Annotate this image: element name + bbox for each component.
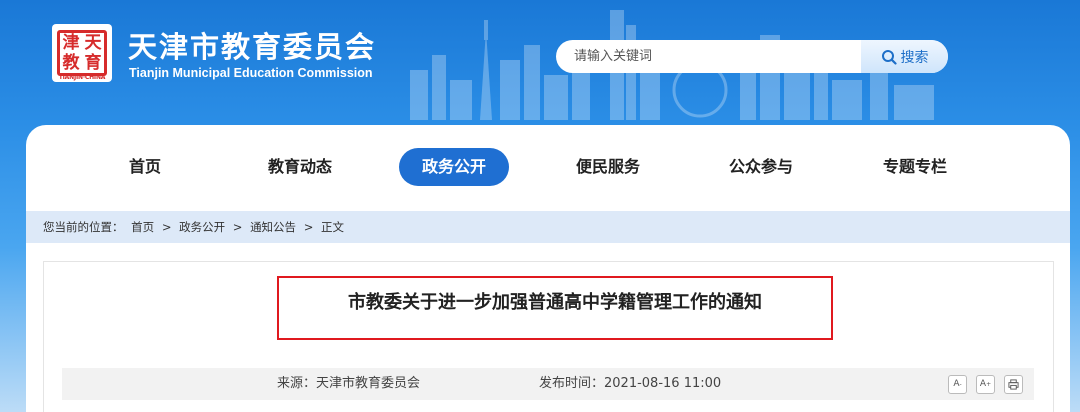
nav-item-education-news[interactable]: 教育动态 (254, 148, 346, 186)
source-value: 天津市教育委员会 (316, 376, 421, 391)
search-button[interactable]: 搜索 (861, 40, 948, 73)
print-button[interactable] (1004, 375, 1023, 394)
search-icon (881, 49, 897, 65)
printer-icon (1008, 379, 1019, 390)
nav-item-public-participation[interactable]: 公众参与 (715, 148, 807, 186)
article-publish-time: 发布时间：2021-08-16 11:00 (539, 368, 721, 400)
logo-char: 育 (84, 52, 102, 73)
breadcrumb-separator: > (303, 220, 314, 234)
breadcrumb-item-current: 正文 (321, 220, 345, 234)
time-label: 发布时间： (539, 376, 605, 391)
font-larger-mark: + (986, 380, 992, 388)
article-title: 市教委关于进一步加强普通高中学籍管理工作的通知 (348, 292, 762, 313)
nav-item-public-services[interactable]: 便民服务 (562, 148, 654, 186)
article-tools: A- A + (948, 375, 1023, 394)
logo-char: 教 (62, 52, 80, 73)
font-larger-button[interactable]: A + (976, 375, 995, 394)
font-smaller-mark: - (959, 380, 962, 388)
breadcrumb-item-home[interactable]: 首页 (131, 220, 154, 234)
search-input[interactable] (556, 40, 860, 73)
time-value: 2021-08-16 11:00 (604, 376, 722, 391)
breadcrumb: 您当前的位置： 首页 > 政务公开 > 通知公告 > 正文 (26, 211, 1070, 243)
breadcrumb-item-notices[interactable]: 通知公告 (250, 220, 296, 234)
font-smaller-button[interactable]: A- (948, 375, 967, 394)
breadcrumb-prefix: 您当前的位置： (43, 220, 124, 234)
site-title[interactable]: 天津市教育委员会 (128, 24, 376, 66)
breadcrumb-separator: > (232, 220, 243, 234)
source-label: 来源： (277, 376, 317, 391)
nav-item-government-affairs[interactable]: 政务公开 (399, 148, 509, 186)
article-meta-bar: 来源：天津市教育委员会 发布时间：2021-08-16 11:00 A- A + (62, 368, 1034, 400)
logo-seal: 津 天 教 育 (57, 30, 107, 76)
breadcrumb-separator: > (161, 220, 172, 234)
search-button-label: 搜索 (900, 49, 929, 66)
article-source: 来源：天津市教育委员会 (277, 368, 420, 400)
logo-char: 天 (84, 32, 102, 53)
nav-item-special-topics[interactable]: 专题专栏 (869, 148, 961, 186)
logo-char: 津 (62, 32, 80, 53)
site-subtitle: Tianjin Municipal Education Commission (129, 66, 373, 80)
main-nav: 首页 教育动态 政务公开 便民服务 公众参与 专题专栏 (26, 148, 1070, 188)
nav-item-home[interactable]: 首页 (112, 148, 178, 186)
logo-caption: TIANJIN·CHINA (58, 74, 106, 81)
breadcrumb-item-government-affairs[interactable]: 政务公开 (179, 220, 225, 234)
